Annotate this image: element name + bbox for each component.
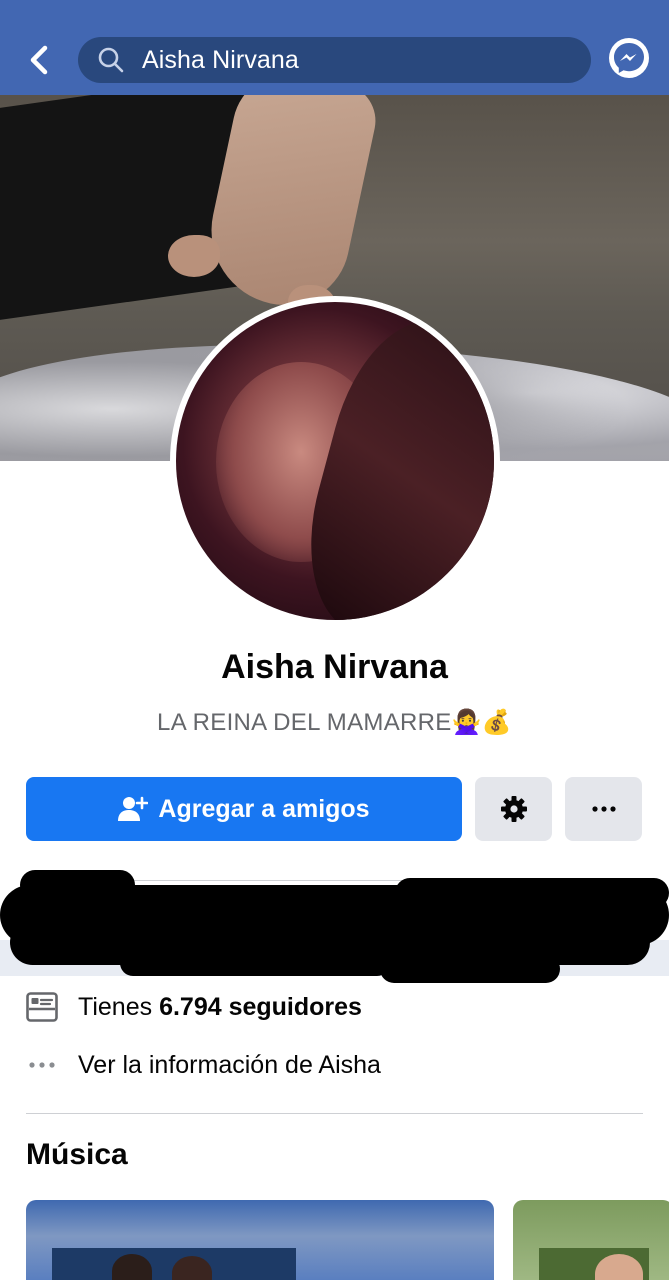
profile-name: Aisha Nirvana <box>221 648 448 686</box>
music-card-person <box>172 1256 212 1280</box>
top-bar: Aisha Nirvana <box>0 0 669 95</box>
profile-avatar[interactable] <box>170 296 500 626</box>
music-card[interactable] <box>26 1200 494 1280</box>
gear-icon <box>500 796 527 822</box>
followers-prefix: Tienes <box>78 992 160 1021</box>
chevron-left-icon <box>30 45 48 75</box>
music-card-image <box>539 1248 649 1280</box>
redaction-mark <box>120 950 390 976</box>
add-friend-icon <box>118 796 149 821</box>
about-link[interactable]: Ver la información de Aisha <box>78 1051 381 1080</box>
music-section-title: Música <box>26 1138 128 1171</box>
followers-count: 6.794 seguidores <box>159 992 362 1021</box>
search-icon <box>96 45 126 75</box>
music-card[interactable] <box>513 1200 669 1280</box>
followers-row: Tienes 6.794 seguidores <box>26 987 646 1027</box>
messenger-icon <box>614 43 644 73</box>
more-dots-icon <box>591 806 616 812</box>
settings-button[interactable] <box>475 777 552 841</box>
music-card-image <box>52 1248 296 1280</box>
add-friend-button[interactable]: Agregar a amigos <box>26 777 462 841</box>
more-options-button[interactable] <box>565 777 642 841</box>
avatar-image <box>176 302 494 620</box>
profile-card-icon <box>26 991 58 1023</box>
back-button[interactable] <box>20 40 58 80</box>
profile-bio: LA REINA DEL MAMARRE🙅‍♀️💰 <box>157 709 512 736</box>
cover-foot <box>168 235 220 277</box>
redaction-mark <box>395 878 669 908</box>
redaction-mark <box>380 955 560 983</box>
more-dots-icon <box>26 1049 58 1081</box>
divider <box>26 1113 643 1114</box>
add-friend-label: Agregar a amigos <box>158 794 370 823</box>
search-query: Aisha Nirvana <box>142 45 299 74</box>
search-input[interactable]: Aisha Nirvana <box>78 37 591 83</box>
messenger-button[interactable] <box>609 38 649 78</box>
music-card-person <box>112 1254 152 1280</box>
about-link-row[interactable]: Ver la información de Aisha <box>26 1045 646 1085</box>
music-card-person <box>595 1254 643 1280</box>
